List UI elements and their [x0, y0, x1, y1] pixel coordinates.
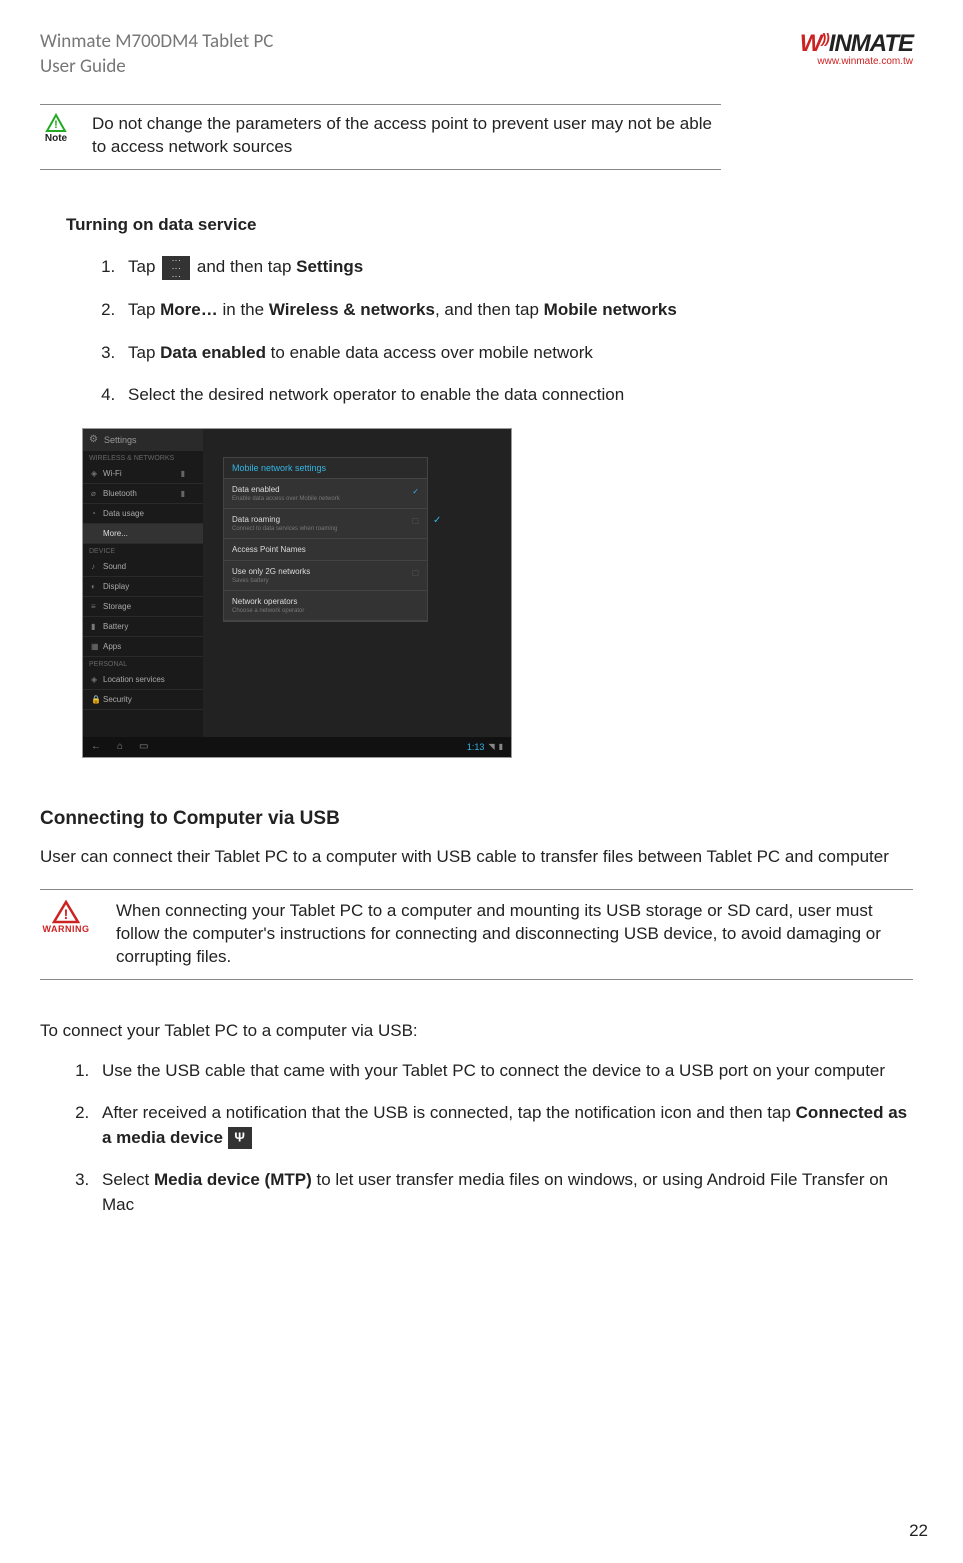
note-text: Do not change the parameters of the acce… — [92, 113, 721, 159]
svg-text:!: ! — [54, 119, 58, 131]
usb-intro: User can connect their Tablet PC to a co… — [40, 846, 913, 869]
usb-step-2: After received a notification that the U… — [94, 1101, 913, 1150]
step-3: Tap Data enabled to enable data access o… — [120, 341, 913, 366]
usb-steps-list: Use the USB cable that came with your Ta… — [94, 1059, 913, 1218]
step-1: Tap and then tap Settings — [120, 255, 913, 280]
android-settings-screenshot: ⚙Settings WIRELESS & NETWORKS ◈Wi-Fi▮ ⌀B… — [82, 428, 512, 758]
svg-text:!: ! — [64, 906, 69, 922]
warning-icon: ! WARNING — [40, 900, 92, 934]
product-name: Winmate M700DM4 Tablet PC — [40, 30, 273, 55]
section-heading-usb: Connecting to Computer via USB — [40, 808, 913, 830]
warning-callout: ! WARNING When connecting your Tablet PC… — [40, 889, 913, 980]
logo-url: www.winmate.com.tw — [800, 56, 913, 67]
warning-text: When connecting your Tablet PC to a comp… — [116, 900, 913, 969]
brand-logo: W))INMATE www.winmate.com.tw — [800, 30, 913, 67]
usb-step-1: Use the USB cable that came with your Ta… — [94, 1059, 913, 1084]
usb-icon — [228, 1127, 252, 1149]
note-callout: ! Note Do not change the parameters of t… — [40, 104, 721, 170]
page-number: 22 — [909, 1521, 928, 1541]
mobile-network-popup: Mobile network settings Data enabledEnab… — [223, 457, 428, 622]
step-2: Tap More… in the Wireless & networks, an… — [120, 298, 913, 323]
usb-step-3: Select Media device (MTP) to let user tr… — [94, 1168, 913, 1217]
connect-intro: To connect your Tablet PC to a computer … — [40, 1020, 913, 1043]
steps-list: Tap and then tap Settings Tap More… in t… — [120, 255, 913, 408]
apps-icon — [162, 256, 190, 280]
step-4: Select the desired network operator to e… — [120, 383, 913, 408]
section-heading-data-service: Turning on data service — [66, 215, 913, 235]
note-icon: ! Note — [40, 113, 72, 144]
doc-type: User Guide — [40, 55, 273, 80]
page-header: Winmate M700DM4 Tablet PC User Guide W))… — [40, 30, 913, 79]
